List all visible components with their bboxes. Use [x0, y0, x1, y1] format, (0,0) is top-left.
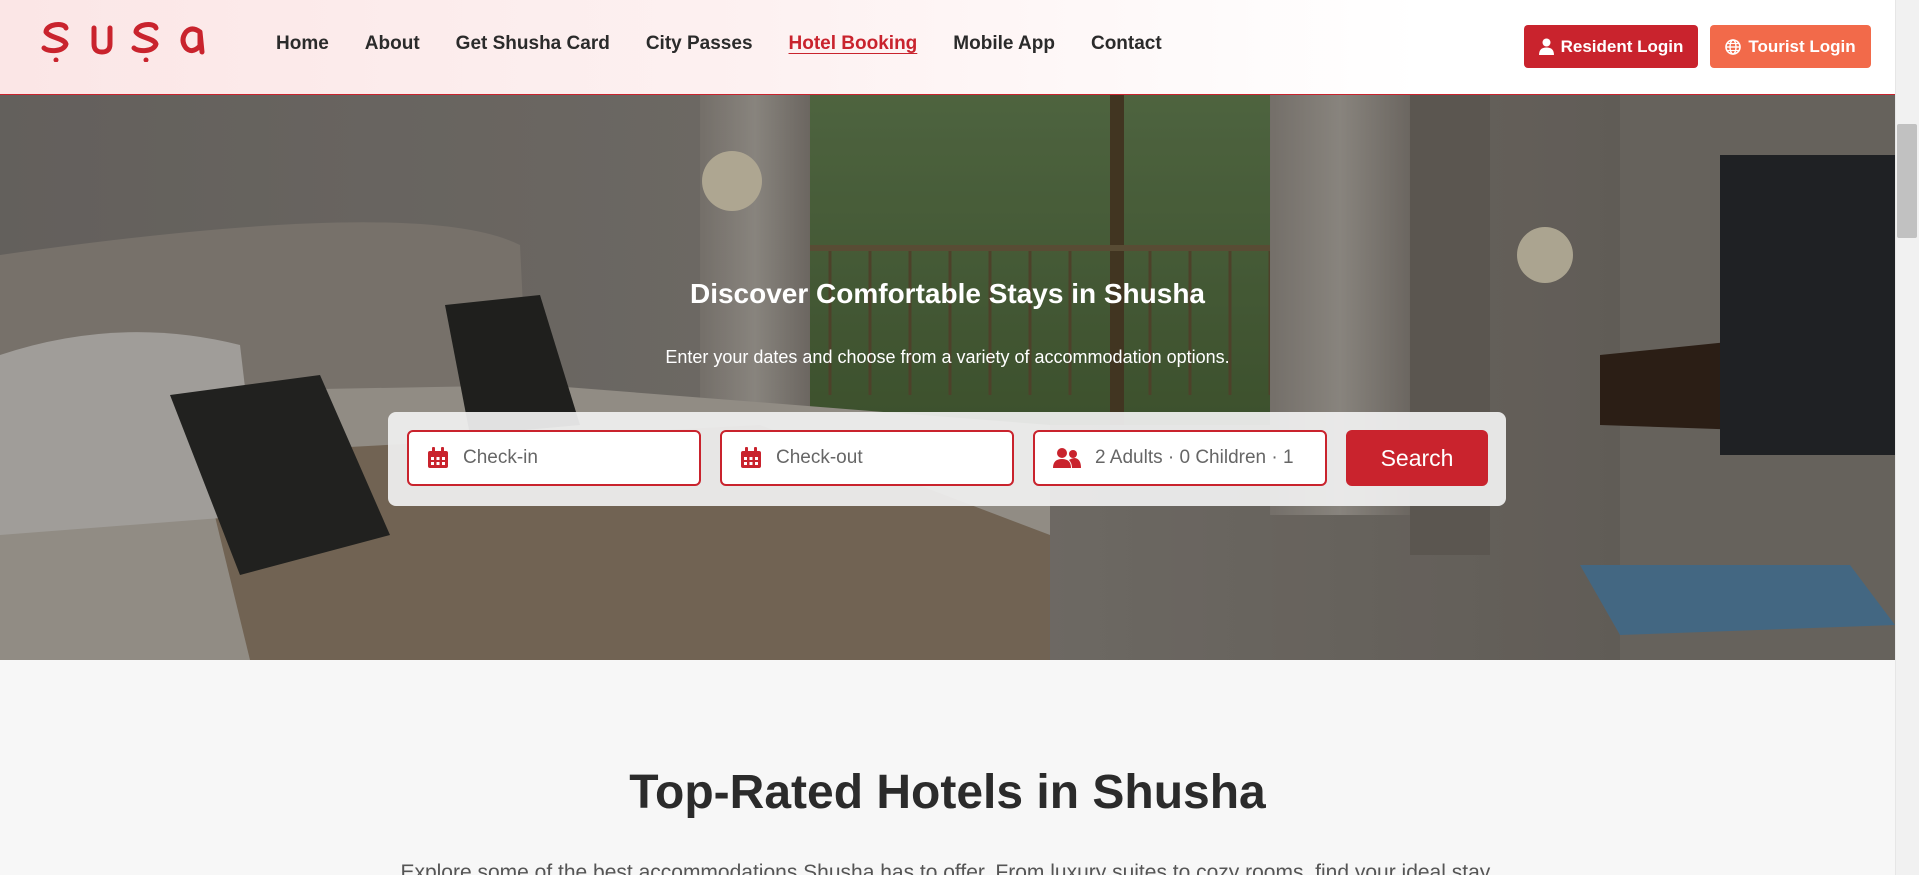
nav-hotel-booking[interactable]: Hotel Booking	[789, 33, 918, 55]
shusha-logo[interactable]	[40, 18, 212, 62]
calendar-icon	[428, 447, 448, 468]
scrollbar-thumb[interactable]	[1897, 124, 1917, 238]
main-nav: Home About Get Shusha Card City Passes H…	[276, 33, 1198, 55]
checkout-field[interactable]: Check-out	[720, 430, 1014, 486]
nav-contact[interactable]: Contact	[1091, 33, 1162, 55]
nav-home[interactable]: Home	[276, 33, 329, 55]
nav-mobile-app[interactable]: Mobile App	[953, 33, 1055, 55]
resident-login-button[interactable]: Resident Login	[1524, 25, 1698, 68]
checkin-field[interactable]: Check-in	[407, 430, 701, 486]
checkout-placeholder: Check-out	[776, 447, 863, 468]
calendar-icon	[741, 447, 761, 468]
resident-login-label: Resident Login	[1560, 36, 1684, 56]
nav-about[interactable]: About	[365, 33, 420, 55]
nav-city-passes[interactable]: City Passes	[646, 33, 753, 55]
section-title: Top-Rated Hotels in Shusha	[629, 766, 1266, 819]
user-icon	[1538, 38, 1554, 55]
hero-title: Discover Comfortable Stays in Shusha	[689, 278, 1206, 309]
globe-icon	[1725, 38, 1742, 55]
hero-subtitle: Enter your dates and choose from a varie…	[665, 347, 1230, 367]
users-icon	[1053, 448, 1081, 468]
guests-value: 2 Adults · 0 Children · 1	[1095, 447, 1294, 468]
hotel-room-image	[0, 95, 1895, 660]
site-header: Home About Get Shusha Card City Passes H…	[0, 0, 1895, 95]
guests-selector[interactable]: 2 Adults · 0 Children · 1	[1033, 430, 1327, 486]
tourist-login-label: Tourist Login	[1748, 36, 1856, 56]
hero-banner: Discover Comfortable Stays in Shusha Ent…	[0, 95, 1895, 660]
section-description: Explore some of the best accommodations …	[400, 861, 1495, 875]
search-button[interactable]: Search	[1346, 430, 1488, 486]
booking-search-form: Check-in Check-out 2 Adults · 0 Children…	[388, 412, 1506, 506]
tourist-login-button[interactable]: Tourist Login	[1710, 25, 1871, 68]
nav-get-shusha-card[interactable]: Get Shusha Card	[456, 33, 610, 55]
checkin-placeholder: Check-in	[463, 447, 538, 468]
